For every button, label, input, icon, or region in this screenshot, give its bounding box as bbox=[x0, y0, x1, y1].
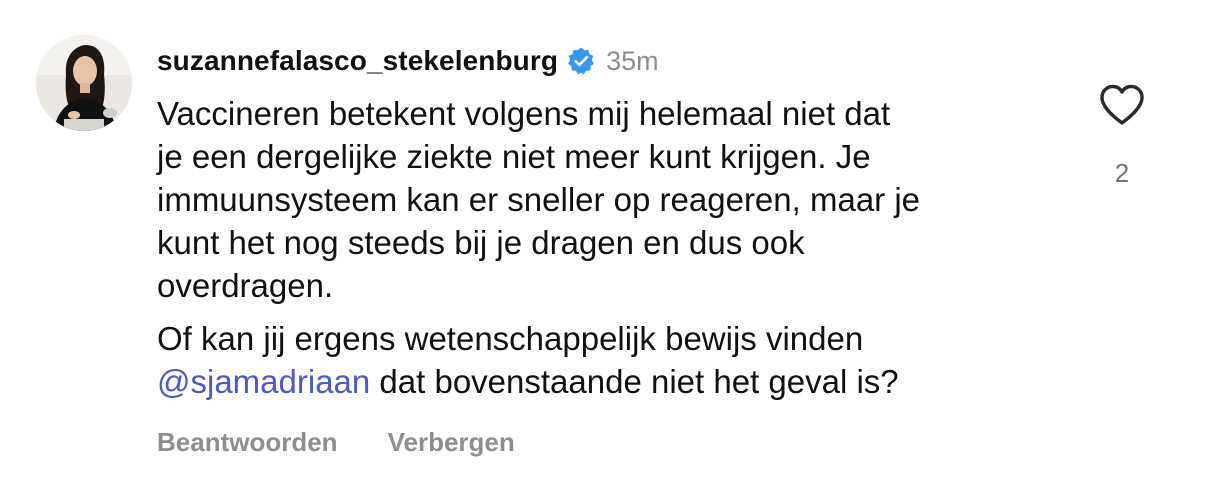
text-line: Of kan jij ergens wetenschappelijk bewij… bbox=[157, 320, 864, 357]
text-line: je een dergelijke ziekte niet meer kunt … bbox=[157, 138, 871, 175]
verified-badge-icon bbox=[566, 46, 596, 76]
reply-button[interactable]: Beantwoorden bbox=[157, 427, 338, 458]
comment-body: Vaccineren betekent volgens mij helemaal… bbox=[157, 92, 1057, 403]
mention-link[interactable]: @sjamadriaan bbox=[157, 363, 370, 400]
avatar[interactable] bbox=[36, 35, 132, 131]
text-line: kunt het nog steeds bij je dragen en dus… bbox=[157, 224, 805, 261]
heart-outline-icon[interactable] bbox=[1097, 80, 1147, 130]
avatar-image bbox=[36, 35, 132, 131]
text-line: immuunsysteem kan er sneller op reageren… bbox=[157, 181, 921, 218]
text-line: overdragen. bbox=[157, 267, 334, 304]
comment-paragraph-1: Vaccineren betekent volgens mij helemaal… bbox=[157, 92, 1057, 307]
comment: suzannefalasco_stekelenburg 35m Vacciner… bbox=[157, 40, 1057, 458]
timestamp: 35m bbox=[606, 45, 659, 76]
text-line: Vaccineren betekent volgens mij helemaal… bbox=[157, 95, 891, 132]
text-line: dat bovenstaande niet het geval is? bbox=[370, 363, 899, 400]
comment-actions: Beantwoorden Verbergen bbox=[157, 427, 1057, 458]
username[interactable]: suzannefalasco_stekelenburg bbox=[157, 45, 558, 77]
like-count: 2 bbox=[1114, 158, 1130, 188]
comment-paragraph-2: Of kan jij ergens wetenschappelijk bewij… bbox=[157, 317, 1057, 403]
comment-header: suzannefalasco_stekelenburg 35m bbox=[157, 40, 1057, 82]
hide-button[interactable]: Verbergen bbox=[388, 427, 515, 458]
